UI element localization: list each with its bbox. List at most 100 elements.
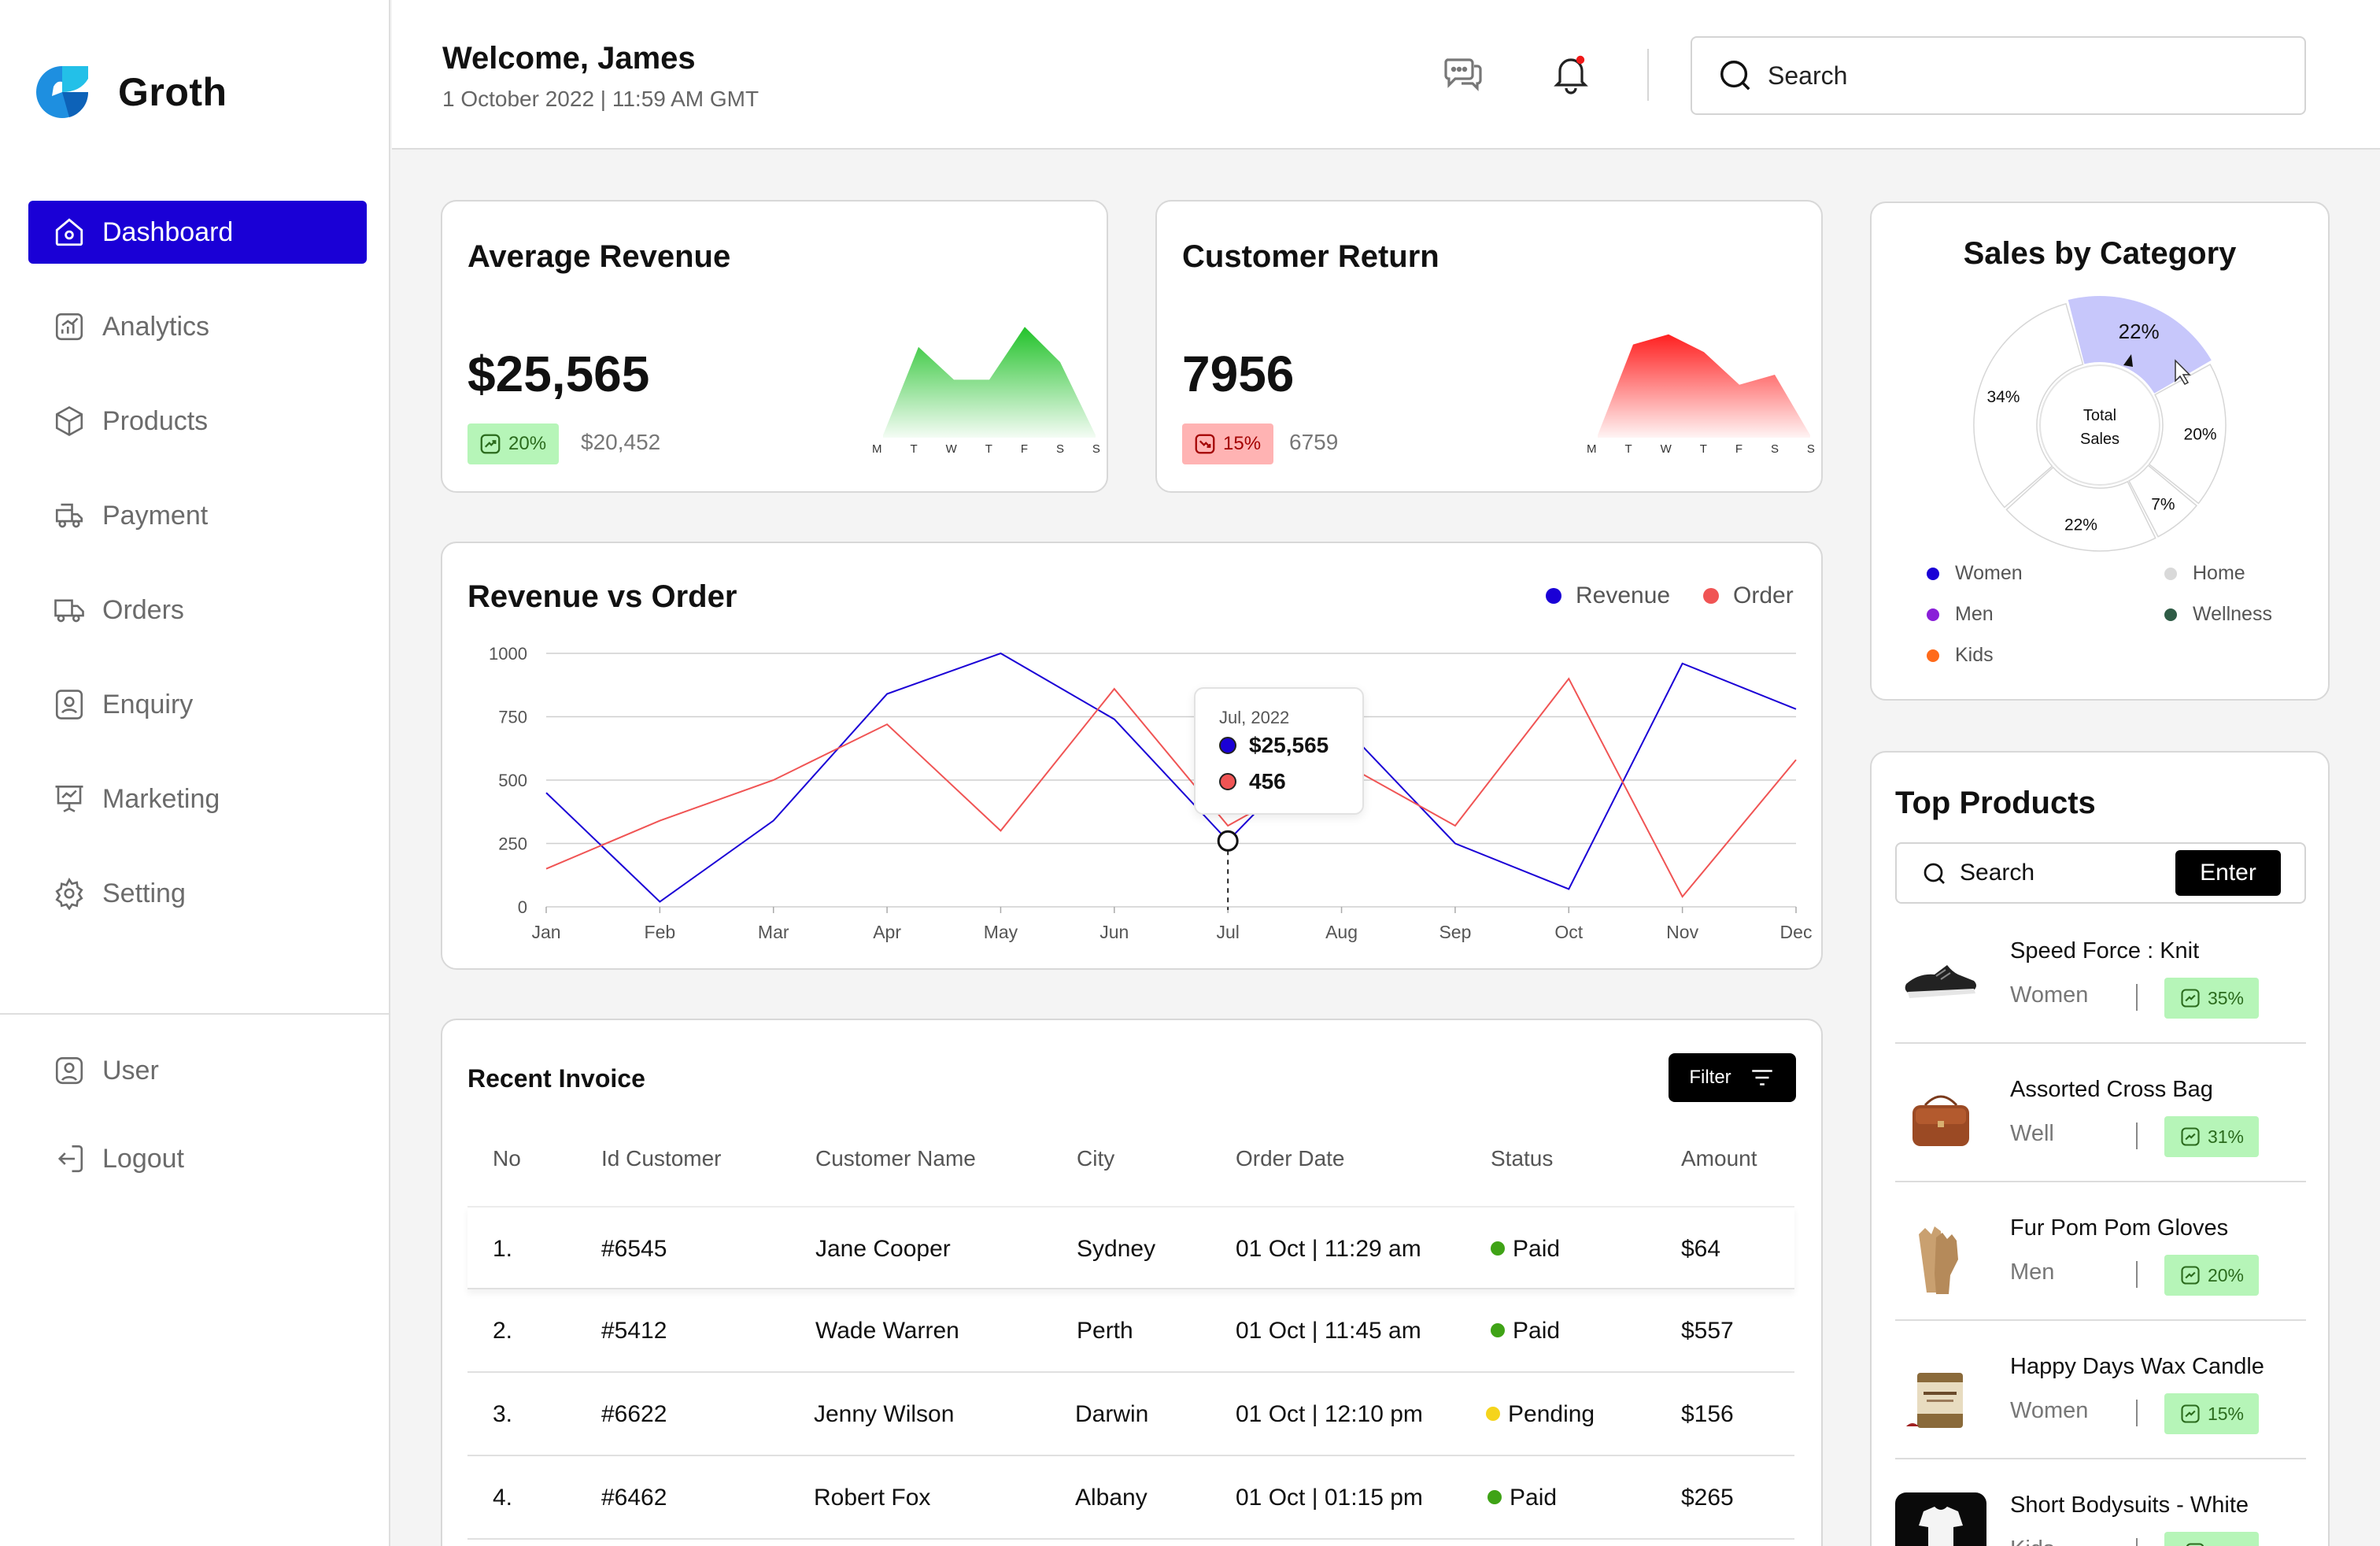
decline-value: 15% — [1223, 433, 1262, 454]
cell-status: Pending — [1486, 1401, 1595, 1428]
product-divider — [2136, 1261, 2138, 1288]
product-item[interactable]: Happy Days Wax Candle Women 15% — [1895, 1321, 2306, 1459]
weekday-label: T — [1699, 442, 1707, 456]
product-search-input[interactable]: Search Enter — [1895, 842, 2306, 904]
search-placeholder: Search — [1960, 860, 2035, 886]
trend-down-icon — [1195, 434, 1215, 454]
cell-date: 01 Oct | 01:15 pm — [1236, 1485, 1423, 1511]
cell-city: Sydney — [1077, 1236, 1156, 1262]
column-header-name[interactable]: Customer Name — [815, 1146, 976, 1171]
weekday-label: W — [945, 442, 957, 456]
sneaker-image — [1905, 965, 1976, 998]
weekday-label: T — [1624, 442, 1632, 456]
y-tick-label: 500 — [498, 771, 527, 790]
card-title: Average Revenue — [468, 239, 731, 274]
weekday-label: W — [1660, 442, 1672, 456]
product-growth-badge: 35% — [2164, 978, 2259, 1019]
sidebar-item-logout[interactable]: Logout — [28, 1127, 367, 1190]
delivery-truck-icon — [52, 593, 87, 627]
cell-status: Paid — [1491, 1318, 1560, 1344]
series-line-revenue[interactable] — [545, 652, 1797, 903]
sidebar-item-marketing[interactable]: Marketing — [28, 767, 367, 830]
trend-area — [1598, 334, 1810, 438]
sidebar-item-label: Orders — [102, 594, 184, 625]
legend-label: Home — [2193, 562, 2245, 584]
column-header-date[interactable]: Order Date — [1236, 1146, 1345, 1171]
customer-return-card: Customer Return 7956 15% 6759 M T W T F S S — [1155, 200, 1823, 493]
tooltip-revenue-value: $25,565 — [1249, 733, 1329, 757]
cell-no: 3. — [493, 1401, 513, 1427]
series-line-order[interactable] — [545, 677, 1797, 898]
legend-home: Home — [2164, 562, 2245, 585]
product-name: Short Bodysuits - White — [2010, 1492, 2249, 1518]
sidebar-item-analytics[interactable]: Analytics — [28, 295, 367, 358]
notification-bell-icon[interactable] — [1549, 52, 1593, 96]
table-row[interactable]: 4. #6462 Robert Fox Albany 01 Oct | 01:1… — [468, 1456, 1794, 1540]
cell-no: 1. — [493, 1236, 513, 1262]
column-header-no[interactable]: No — [493, 1146, 521, 1171]
product-item[interactable]: Fur Pom Pom Gloves Men 20% — [1895, 1182, 2306, 1321]
product-growth-value: 5% — [2212, 1542, 2238, 1546]
hover-point[interactable] — [1217, 830, 1239, 852]
cell-no: 4. — [493, 1485, 513, 1511]
cell-status: Paid — [1488, 1485, 1557, 1511]
x-tick-label: Jun — [1099, 922, 1129, 942]
app-logo[interactable]: Groth — [33, 63, 227, 121]
x-tick-label: May — [984, 922, 1018, 942]
x-tick-label: Feb — [645, 922, 676, 942]
x-tick-label: Mar — [758, 922, 789, 942]
slice-label: 22% — [2119, 320, 2160, 343]
box-icon — [52, 404, 87, 438]
tooltip-order-value: 456 — [1249, 769, 1286, 793]
sidebar-item-orders[interactable]: Orders — [28, 579, 367, 642]
revenue-order-line-chart[interactable]: 1000 750 500 250 0Jan Feb Mar Apr May Jun Jul Aug Se… — [442, 543, 1824, 971]
legend-dot — [1927, 608, 1939, 621]
search-input[interactable]: Search — [1691, 36, 2306, 115]
sidebar-item-label: Products — [102, 405, 209, 436]
weekday-label: T — [910, 442, 918, 456]
column-header-id[interactable]: Id Customer — [601, 1146, 722, 1171]
column-header-city[interactable]: City — [1077, 1146, 1114, 1171]
x-tick-label: Sep — [1439, 922, 1471, 942]
weekday-axis: MTWTFSS — [1587, 442, 1815, 456]
legend-dot — [2164, 567, 2177, 580]
tooltip-revenue-dot — [1219, 737, 1236, 754]
table-row[interactable]: 2. #5412 Wade Warren Perth 01 Oct | 11:4… — [468, 1289, 1794, 1373]
trend-up-icon — [2181, 1266, 2200, 1285]
y-tick-label: 250 — [498, 834, 527, 854]
welcome-title: Welcome, James — [442, 41, 696, 76]
product-item[interactable]: Speed Force : Knit Women 35% — [1895, 905, 2306, 1044]
sidebar-item-dashboard[interactable]: Dashboard — [28, 201, 367, 264]
product-item[interactable]: Short Bodysuits - White Kids 5% — [1895, 1459, 2306, 1546]
sidebar-item-enquiry[interactable]: Enquiry — [28, 673, 367, 736]
gloves-image — [1919, 1226, 1958, 1294]
filter-button[interactable]: Filter — [1669, 1053, 1796, 1102]
sidebar-item-setting[interactable]: Setting — [28, 862, 367, 925]
sidebar-item-user[interactable]: User — [28, 1039, 367, 1102]
chat-icon[interactable] — [1441, 52, 1485, 96]
product-category: Men — [2010, 1259, 2055, 1285]
previous-value: 6759 — [1289, 430, 1339, 454]
product-item[interactable]: Assorted Cross Bag Well 31% — [1895, 1044, 2306, 1182]
sidebar-item-payment[interactable]: Payment — [28, 484, 367, 547]
cell-date: 01 Oct | 12:10 pm — [1236, 1401, 1423, 1427]
previous-value: $20,452 — [581, 430, 661, 454]
legend-dot — [1927, 649, 1939, 662]
enter-button[interactable]: Enter — [2175, 850, 2281, 896]
sidebar-item-label: Dashboard — [102, 216, 234, 247]
logout-icon — [52, 1141, 87, 1176]
product-name: Fur Pom Pom Gloves — [2010, 1215, 2229, 1241]
x-tick-label: Jan — [531, 922, 560, 942]
cell-id: #6462 — [601, 1485, 667, 1511]
gear-icon — [52, 876, 87, 911]
table-row[interactable]: 3. #6622 Jenny Wilson Darwin 01 Oct | 12… — [468, 1373, 1794, 1456]
sidebar-item-label: Analytics — [102, 311, 210, 342]
sidebar-item-label: Logout — [102, 1143, 184, 1174]
tooltip-order: 456 — [1219, 769, 1286, 794]
sales-donut-chart[interactable]: 22% 20% 7% 22% 34% Total Sales — [1872, 203, 2331, 565]
cell-no: 2. — [493, 1318, 513, 1344]
table-row[interactable]: 1. #6545 Jane Cooper Sydney 01 Oct | 11:… — [468, 1206, 1794, 1289]
sidebar-item-products[interactable]: Products — [28, 390, 367, 453]
column-header-status[interactable]: Status — [1491, 1146, 1553, 1171]
column-header-amount[interactable]: Amount — [1681, 1146, 1757, 1171]
